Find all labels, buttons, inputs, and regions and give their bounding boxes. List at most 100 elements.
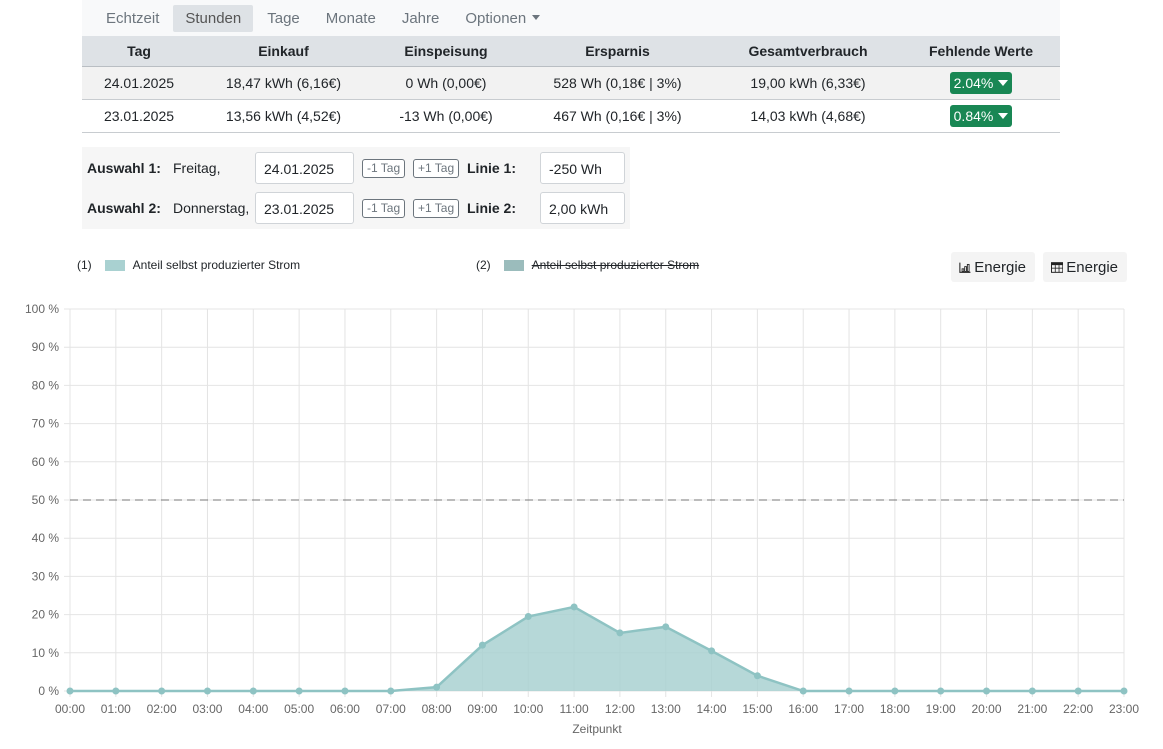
data-point bbox=[203, 687, 211, 695]
self-production-chart: 0 % 10 % 20 % 30 % 40 % 50 % 60 % 70 % 80 % 90 % 1… bbox=[25, 302, 1139, 736]
data-point bbox=[1028, 687, 1036, 695]
col-header-ersparnis: Ersparnis bbox=[521, 36, 714, 67]
x-tick-label: 16:00 bbox=[788, 702, 818, 716]
missing-values-badge[interactable]: 0.84% bbox=[949, 104, 1013, 127]
legend-item-1[interactable]: (1) Anteil selbst produzierter Strom bbox=[77, 258, 300, 272]
y-tick-label: 20 % bbox=[32, 608, 60, 622]
cell-einkauf: 18,47 kWh (6,16€) bbox=[196, 66, 371, 100]
line-1-label: Linie 1: bbox=[467, 160, 517, 176]
cell-gesamtverbrauch: 14,03 kWh (4,68€) bbox=[714, 99, 902, 133]
selection-2-date-input[interactable]: 23.01.2025 bbox=[255, 192, 354, 224]
x-tick-label: 14:00 bbox=[697, 702, 727, 716]
nav-jahre[interactable]: Jahre bbox=[390, 5, 452, 32]
selection-1-weekday: Freitag, bbox=[173, 160, 221, 176]
nav-stunden[interactable]: Stunden bbox=[173, 4, 254, 32]
optionen-label: Optionen bbox=[465, 9, 527, 27]
y-tick-label: 0 % bbox=[38, 684, 59, 698]
x-tick-label: 06:00 bbox=[330, 702, 360, 716]
col-header-einkauf: Einkauf bbox=[196, 36, 371, 67]
energy-table-button-label: Energie bbox=[1066, 258, 1118, 276]
y-tick-label: 70 % bbox=[32, 417, 60, 431]
y-tick-label: 100 % bbox=[25, 302, 59, 316]
y-tick-label: 80 % bbox=[32, 378, 60, 392]
y-tick-label: 10 % bbox=[32, 646, 60, 660]
energy-chart-button[interactable]: Energie bbox=[951, 252, 1035, 282]
legend-2-swatch bbox=[503, 259, 524, 271]
caret-down-icon bbox=[998, 112, 1009, 119]
data-point bbox=[341, 687, 349, 695]
cell-gesamtverbrauch: 19,00 kWh (6,33€) bbox=[714, 66, 902, 100]
data-point bbox=[983, 687, 991, 695]
line-2-input[interactable]: 2,00 kWh bbox=[540, 192, 625, 224]
y-tick-label: 60 % bbox=[32, 455, 60, 469]
x-tick-label: 18:00 bbox=[880, 702, 910, 716]
x-tick-label: 20:00 bbox=[972, 702, 1002, 716]
data-point bbox=[433, 683, 441, 691]
y-tick-label: 30 % bbox=[32, 569, 60, 583]
cell-tag: 24.01.2025 bbox=[82, 66, 196, 100]
selection-1-next-day-button[interactable]: +1 Tag bbox=[413, 159, 460, 178]
data-point bbox=[249, 687, 257, 695]
cell-tag: 23.01.2025 bbox=[82, 99, 196, 133]
x-tick-label: 04:00 bbox=[238, 702, 268, 716]
caret-down-icon bbox=[532, 14, 541, 20]
x-tick-label: 11:00 bbox=[560, 702, 589, 716]
x-tick-label: 12:00 bbox=[605, 702, 635, 716]
nav-monate[interactable]: Monate bbox=[314, 5, 388, 32]
badge-value: 2.04% bbox=[953, 74, 994, 91]
missing-values-badge[interactable]: 2.04% bbox=[949, 71, 1013, 94]
col-header-gesamtverbrauch: Gesamtverbrauch bbox=[714, 36, 902, 67]
bar-chart-icon bbox=[959, 262, 971, 273]
cell-fehlende-werte: 2.04% bbox=[902, 66, 1060, 100]
selection-2-label: Auswahl 2: bbox=[87, 200, 161, 216]
energy-chart-button-label: Energie bbox=[974, 258, 1026, 276]
x-tick-label: 15:00 bbox=[742, 702, 772, 716]
col-header-tag: Tag bbox=[82, 36, 196, 67]
table-row: 24.01.2025 18,47 kWh (6,16€) 0 Wh (0,00€… bbox=[82, 66, 1060, 100]
nav-echtzeit[interactable]: Echtzeit bbox=[94, 5, 171, 32]
energy-table-button[interactable]: Energie bbox=[1043, 252, 1127, 282]
badge-value: 0.84% bbox=[953, 107, 994, 124]
line-1-input[interactable]: -250 Wh bbox=[540, 152, 625, 184]
data-point bbox=[753, 672, 761, 680]
y-tick-label: 90 % bbox=[32, 340, 60, 354]
selection-1-date-input[interactable]: 24.01.2025 bbox=[255, 152, 354, 184]
y-tick-label: 50 % bbox=[32, 493, 60, 507]
selection-row-2: Auswahl 2: Donnerstag, 23.01.2025 -1 Tag… bbox=[82, 192, 630, 224]
cell-einkauf: 13,56 kWh (4,52€) bbox=[196, 99, 371, 133]
data-point bbox=[662, 623, 670, 631]
legend-2-text: Anteil selbst produzierter Strom bbox=[531, 258, 700, 272]
summary-table: Tag Einkauf Einspeisung Ersparnis Gesamt… bbox=[82, 36, 1060, 133]
selection-2-next-day-button[interactable]: +1 Tag bbox=[413, 199, 460, 218]
x-tick-label: 01:00 bbox=[101, 702, 131, 716]
selection-1-prev-day-button[interactable]: -1 Tag bbox=[362, 159, 406, 178]
line-2-label: Linie 2: bbox=[467, 200, 517, 216]
x-tick-label: 10:00 bbox=[513, 702, 543, 716]
cell-einspeisung: 0 Wh (0,00€) bbox=[371, 66, 521, 100]
data-point bbox=[387, 687, 395, 695]
data-point bbox=[891, 687, 899, 695]
selection-1-label: Auswahl 1: bbox=[87, 160, 161, 176]
table-row: 23.01.2025 13,56 kWh (4,52€) -13 Wh (0,0… bbox=[82, 99, 1060, 133]
x-tick-label: 23:00 bbox=[1109, 702, 1139, 716]
x-tick-label: 07:00 bbox=[376, 702, 406, 716]
x-tick-label: 22:00 bbox=[1063, 702, 1093, 716]
data-point bbox=[708, 647, 716, 655]
legend-1-number: (1) bbox=[77, 258, 92, 272]
cell-fehlende-werte: 0.84% bbox=[902, 99, 1060, 133]
x-tick-label: 19:00 bbox=[926, 702, 956, 716]
selection-2-prev-day-button[interactable]: -1 Tag bbox=[362, 199, 406, 218]
cell-ersparnis: 528 Wh (0,18€ | 3%) bbox=[521, 66, 714, 100]
table-header-row: Tag Einkauf Einspeisung Ersparnis Gesamt… bbox=[82, 36, 1060, 67]
nav-tage[interactable]: Tage bbox=[255, 5, 312, 32]
nav-optionen-dropdown[interactable]: Optionen bbox=[453, 5, 552, 32]
x-tick-label: 03:00 bbox=[192, 702, 222, 716]
selection-panel: Auswahl 1: Freitag, 24.01.2025 -1 Tag +1… bbox=[82, 147, 630, 229]
legend-item-2[interactable]: (2) Anteil selbst produzierter Strom bbox=[476, 258, 699, 272]
x-tick-label: 05:00 bbox=[284, 702, 314, 716]
col-header-einspeisung: Einspeisung bbox=[371, 36, 521, 67]
x-tick-label: 08:00 bbox=[422, 702, 452, 716]
legend-1-text: Anteil selbst produzierter Strom bbox=[132, 258, 301, 272]
data-point bbox=[616, 629, 624, 637]
selection-row-1: Auswahl 1: Freitag, 24.01.2025 -1 Tag +1… bbox=[82, 152, 630, 184]
